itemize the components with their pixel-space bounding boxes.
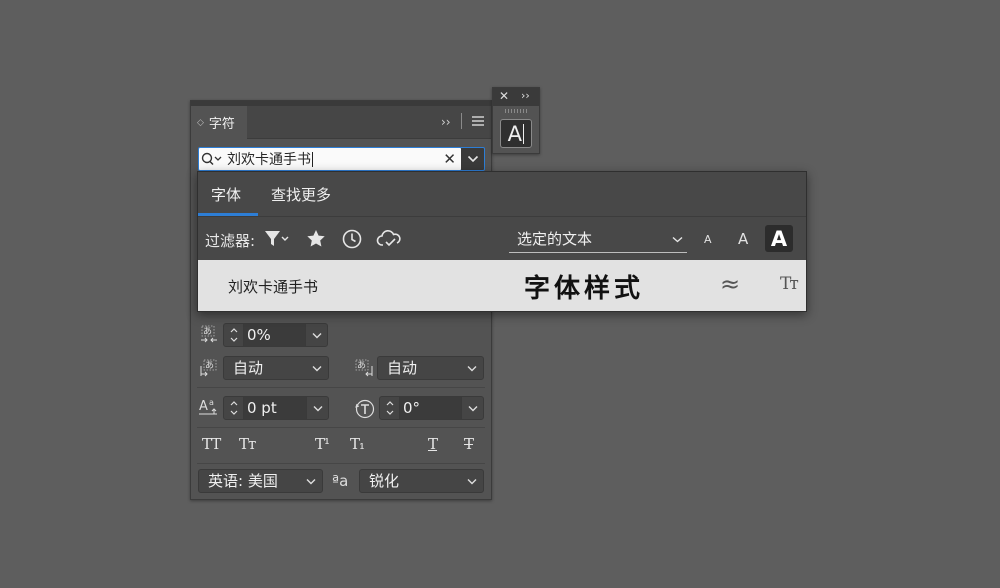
collapse-diamond-icon[interactable]: ◇ [197,118,204,128]
small-caps-button[interactable]: Tт [239,435,256,453]
rotation-arrows[interactable] [380,397,400,419]
menu-icon[interactable] [471,115,485,130]
section-divider [197,387,485,388]
clear-icon[interactable]: ✕ [443,150,456,168]
character-panel-button[interactable]: A [500,119,532,148]
panel-tab-bar: ◇ 字符 ›› [191,106,491,139]
preview-size-small-button[interactable]: A [704,233,712,246]
baseline-dropdown[interactable] [306,397,328,419]
chevron-down-icon [672,236,683,243]
rotation-dropdown[interactable] [461,397,483,419]
chevron-down-icon [312,365,322,371]
rotation-input[interactable]: 0° [400,397,461,419]
leading-left-select[interactable]: 自动 [223,356,329,380]
similar-icon[interactable]: ≈ [720,270,740,298]
section-divider [197,427,485,428]
baseline-stepper[interactable]: 0 pt [223,396,329,420]
filter-label: 过滤器: [205,232,256,250]
subscript-button[interactable]: T₁ [350,435,365,453]
star-icon[interactable] [305,228,327,254]
tab-divider [198,216,806,217]
font-search-input[interactable]: 刘欢卡通手书 [227,149,311,169]
chevron-down-icon [468,405,477,411]
clock-icon[interactable] [341,228,363,254]
text-caret [312,151,313,167]
font-name: 刘欢卡通手书 [228,278,319,296]
font-sample-preview: 字体样式 [524,274,645,304]
expand-icon[interactable]: ›› [441,115,451,129]
toolbar-divider [461,113,462,129]
font-picker-popup: 字体 查找更多 过滤器: 选定的文本 A A A 刘欢卡通手书 字体样式 ≈ T… [197,171,807,312]
baseline-shift-icon: Aa [198,397,222,417]
language-select[interactable]: 英语: 美国 [198,469,323,493]
preview-size-medium-button[interactable]: A [738,230,748,248]
svg-text:あ: あ [203,326,212,337]
strikethrough-button[interactable]: T [464,435,474,453]
font-list-dropdown-button[interactable] [461,147,485,171]
tab-find-more[interactable]: 查找更多 [271,184,331,205]
tracking-icon: あ [199,324,219,344]
filter-icon[interactable] [263,228,293,254]
chevron-down-icon [467,365,477,371]
chevron-down-icon [312,332,321,338]
font-type-icon: Tт [780,274,799,294]
drag-grip[interactable] [505,109,527,113]
font-search-field[interactable]: 刘欢卡通手书 ✕ [198,147,462,171]
leading-right-select[interactable]: 自动 [377,356,484,380]
svg-text:A: A [199,399,208,414]
preview-source-select[interactable]: 选定的文本 [509,227,687,253]
expand-icon[interactable]: ›› [521,89,530,102]
font-list-row[interactable]: 刘欢卡通手书 字体样式 ≈ Tт [198,260,806,311]
search-icon[interactable] [199,148,227,170]
chevron-down-icon [306,478,316,484]
rotation-stepper[interactable]: 0° [379,396,484,420]
svg-text:あ: あ [205,360,214,371]
tab-character[interactable]: ◇ 字符 [191,106,247,139]
chevron-down-icon [467,478,477,484]
superscript-button[interactable]: T¹ [315,435,330,453]
close-icon[interactable]: ✕ [499,89,509,103]
glyph-mini-panel: ✕ ›› A [492,87,540,154]
mini-panel-titlebar[interactable]: ✕ ›› [493,88,539,106]
leading-left-value: 自动 [233,359,264,377]
baseline-input[interactable]: 0 pt [244,397,306,419]
character-rotation-icon [354,398,376,420]
svg-text:あ: あ [357,360,366,371]
chevron-down-icon [313,405,322,411]
all-caps-button[interactable]: TT [202,435,221,453]
tracking-dropdown[interactable] [305,324,327,346]
tab-character-label: 字符 [208,117,235,132]
cloud-icon[interactable] [376,228,402,254]
tracking-input[interactable]: 0% [244,324,305,346]
leading-left-icon: あ [199,358,219,378]
cursor-mark [522,123,525,144]
antialias-icon: ªa [332,472,349,490]
section-divider [197,463,485,464]
chevron-down-icon [467,155,478,163]
underline-button[interactable]: T [428,435,438,453]
antialias-value: 锐化 [369,472,400,490]
tracking-arrows[interactable] [224,324,244,346]
character-panel-icon: A [507,121,522,146]
leading-right-value: 自动 [387,359,418,377]
preview-size-large-button[interactable]: A [765,225,793,252]
preview-source-value: 选定的文本 [517,230,593,248]
tracking-stepper[interactable]: 0% [223,323,328,347]
leading-right-icon: あ [354,358,374,378]
svg-text:a: a [209,398,214,407]
tab-fonts[interactable]: 字体 [211,184,241,205]
antialias-select[interactable]: 锐化 [359,469,484,493]
baseline-arrows[interactable] [224,397,244,419]
language-value: 英语: 美国 [208,472,278,490]
